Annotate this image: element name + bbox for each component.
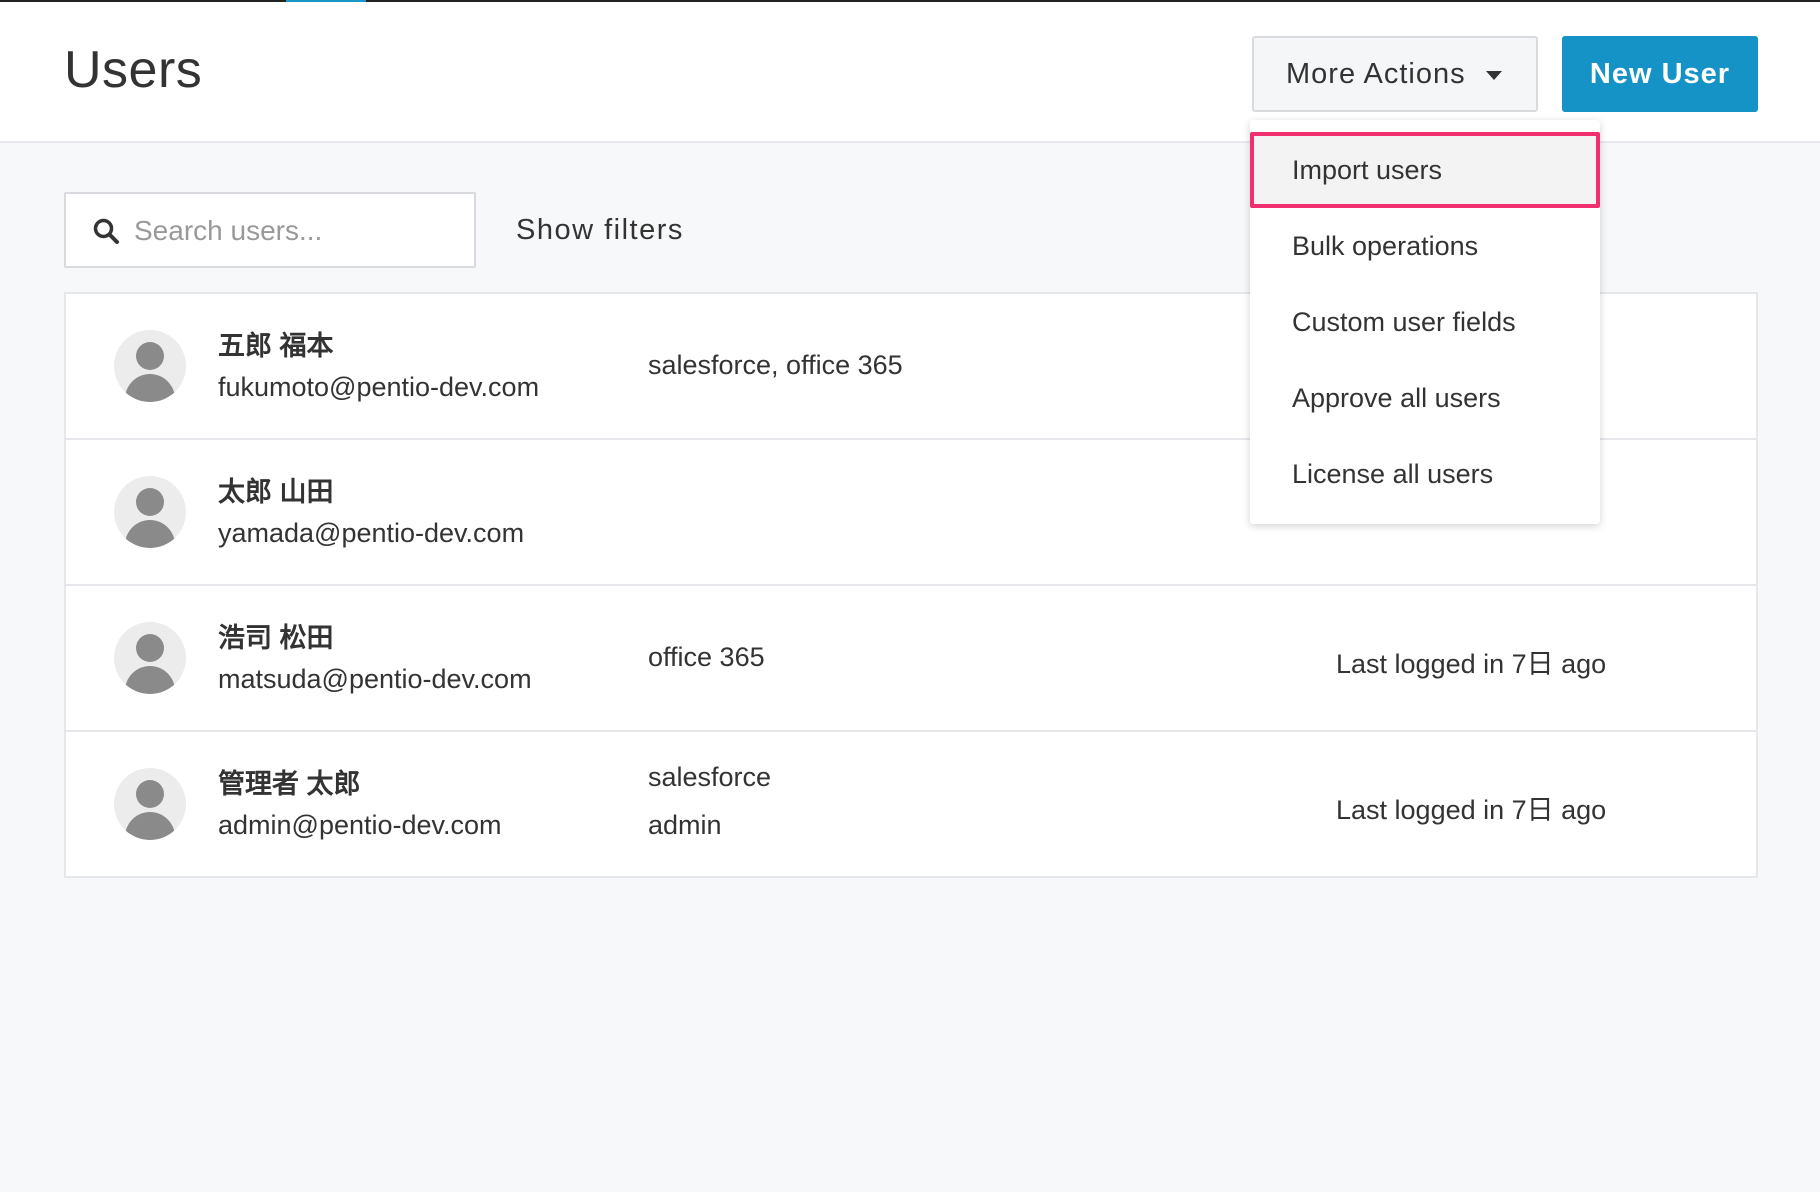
user-apps: salesforce, office 365 (648, 350, 903, 380)
more-actions-label: More Actions (1286, 57, 1466, 90)
new-user-button[interactable]: New User (1562, 36, 1758, 112)
user-role: admin (648, 810, 722, 840)
search-icon (93, 218, 119, 244)
user-last-login: Last logged in 7日 ago (1336, 795, 1607, 825)
user-email: matsuda@pentio-dev.com (218, 664, 532, 694)
menu-item-bulk-operations[interactable]: Bulk operations (1250, 208, 1600, 284)
avatar (114, 476, 186, 548)
user-row[interactable]: 管理者 太郎 admin@pentio-dev.com salesforce a… (66, 732, 1756, 878)
avatar (114, 330, 186, 402)
user-apps: salesforce (648, 762, 772, 792)
user-name: 管理者 太郎 (218, 769, 361, 799)
menu-item-custom-user-fields[interactable]: Custom user fields (1250, 284, 1600, 360)
avatar (114, 622, 186, 694)
user-apps: office 365 (648, 642, 765, 672)
avatar (114, 768, 186, 840)
menu-item-import-users[interactable]: Import users (1250, 132, 1600, 208)
user-email: admin@pentio-dev.com (218, 810, 502, 840)
more-actions-dropdown: Import users Bulk operations Custom user… (1250, 120, 1600, 524)
menu-item-approve-all-users[interactable]: Approve all users (1250, 360, 1600, 436)
user-email: yamada@pentio-dev.com (218, 518, 525, 548)
user-name: 太郎 山田 (218, 477, 334, 507)
show-filters-link[interactable]: Show filters (516, 214, 684, 247)
user-name: 浩司 松田 (218, 623, 334, 653)
page-title: Users (64, 41, 203, 99)
user-name: 五郎 福本 (218, 331, 334, 361)
user-email: fukumoto@pentio-dev.com (218, 372, 540, 402)
caret-down-icon (1486, 71, 1502, 80)
more-actions-button[interactable]: More Actions (1252, 36, 1538, 112)
user-row[interactable]: 浩司 松田 matsuda@pentio-dev.com office 365 … (66, 586, 1756, 732)
search-input[interactable] (134, 206, 464, 256)
search-box[interactable] (64, 192, 476, 268)
menu-item-license-all-users[interactable]: License all users (1250, 436, 1600, 512)
user-last-login: Last logged in 7日 ago (1336, 649, 1607, 679)
